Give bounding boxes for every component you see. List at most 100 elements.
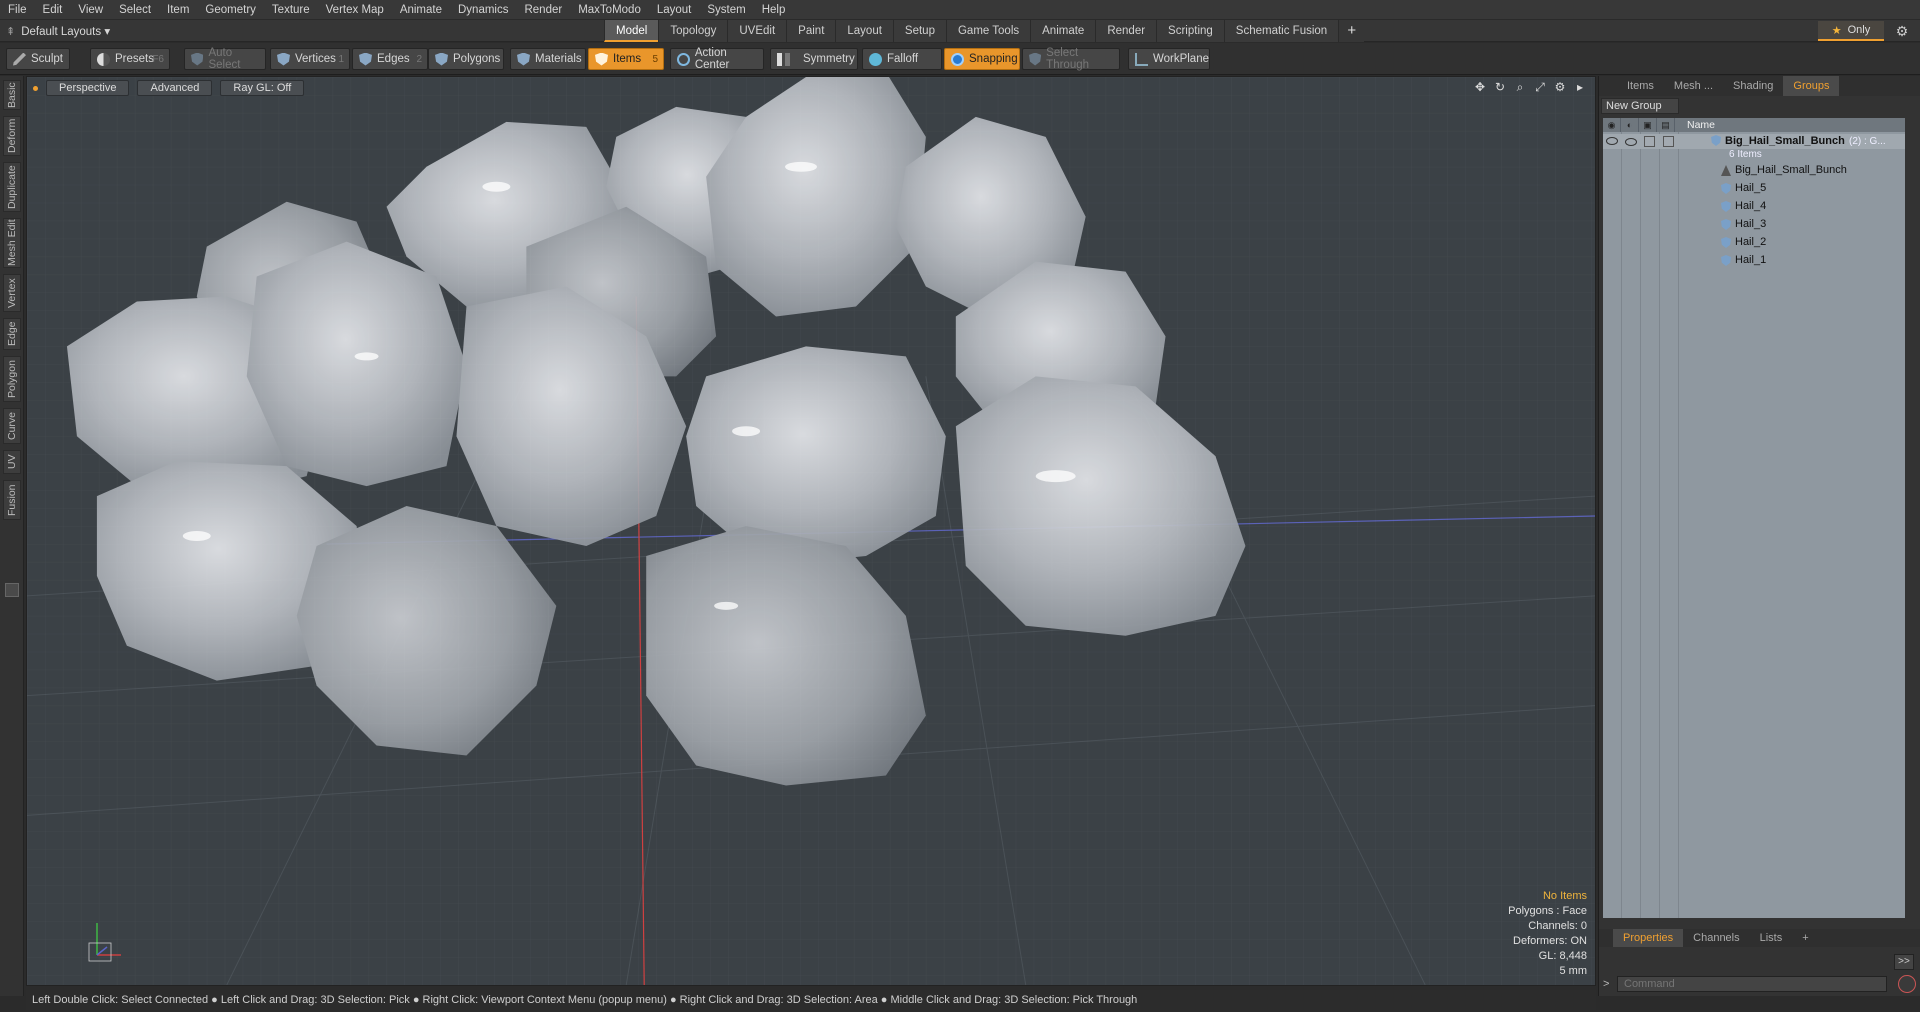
tab-game-tools[interactable]: Game Tools: [945, 20, 1031, 42]
sculpt-button[interactable]: Sculpt: [6, 48, 70, 70]
vtab-polygon[interactable]: Polygon: [3, 356, 21, 402]
expand-button[interactable]: >>: [1894, 954, 1914, 970]
vertices-button[interactable]: Vertices 1: [270, 48, 350, 70]
polygons-button[interactable]: Polygons: [428, 48, 504, 70]
menu-geometry[interactable]: Geometry: [197, 0, 264, 20]
tab-shading[interactable]: Shading: [1723, 76, 1783, 96]
3d-viewport[interactable]: Perspective Advanced Ray GL: Off ✥ ↻ ⌕ ⤢…: [26, 76, 1596, 986]
select-through-button[interactable]: Select Through: [1022, 47, 1120, 71]
tab-items[interactable]: Items: [1617, 76, 1664, 96]
tab-setup[interactable]: Setup: [892, 20, 946, 42]
tab-groups[interactable]: Groups: [1783, 76, 1840, 96]
menu-layout[interactable]: Layout: [649, 0, 700, 20]
list-item[interactable]: Hail_3: [1603, 217, 1905, 232]
command-input[interactable]: [1617, 976, 1887, 992]
menu-help[interactable]: Help: [754, 0, 794, 20]
list-item[interactable]: Hail_2: [1603, 235, 1905, 250]
menu-file[interactable]: File: [0, 0, 35, 20]
items-button[interactable]: Items 5: [588, 48, 664, 70]
menu-item[interactable]: Item: [159, 0, 197, 20]
left-panel-toggle[interactable]: [5, 583, 19, 597]
render-icon[interactable]: [1625, 138, 1637, 146]
lock-column-icon[interactable]: ▣: [1639, 118, 1657, 132]
symmetry-button[interactable]: Symmetry: [770, 48, 858, 70]
tab-properties[interactable]: Properties: [1613, 929, 1684, 947]
menu-maxtomodo[interactable]: MaxToModo: [570, 0, 649, 20]
viewport-nav-icons: ✥ ↻ ⌕ ⤢ ⚙ ▸: [1473, 80, 1587, 94]
menu-render[interactable]: Render: [516, 0, 570, 20]
tab-channels[interactable]: Channels: [1683, 929, 1749, 947]
tab-paint[interactable]: Paint: [786, 20, 836, 42]
new-group-button[interactable]: New Group: [1601, 98, 1679, 114]
layout-toggle-icon[interactable]: ⇞: [6, 25, 15, 38]
tab-render[interactable]: Render: [1095, 20, 1157, 42]
tab-layout[interactable]: Layout: [835, 20, 893, 42]
vtab-curve[interactable]: Curve: [3, 408, 21, 444]
vtab-fusion[interactable]: Fusion: [3, 480, 21, 520]
tab-model[interactable]: Model: [604, 20, 659, 42]
tab-lists[interactable]: Lists: [1750, 929, 1793, 947]
viewport-gear-icon[interactable]: ⚙: [1553, 80, 1567, 94]
visibility-column-icon[interactable]: ◉: [1603, 118, 1621, 132]
menu-dynamics[interactable]: Dynamics: [450, 0, 516, 20]
tab-uvedit[interactable]: UVEdit: [727, 20, 787, 42]
raygl-button[interactable]: Ray GL: Off: [220, 80, 305, 96]
menu-vertex-map[interactable]: Vertex Map: [318, 0, 392, 20]
tab-animate[interactable]: Animate: [1030, 20, 1096, 42]
vtab-deform[interactable]: Deform: [3, 116, 21, 156]
move-view-icon[interactable]: ✥: [1473, 80, 1487, 94]
vtab-vertex[interactable]: Vertex: [3, 274, 21, 312]
materials-button[interactable]: Materials: [510, 48, 586, 70]
falloff-button[interactable]: Falloff: [862, 48, 942, 70]
snapping-button[interactable]: Snapping: [944, 48, 1020, 70]
select-column-icon[interactable]: ▤: [1657, 118, 1675, 132]
zoom-view-icon[interactable]: ⌕: [1513, 80, 1527, 94]
fit-view-icon[interactable]: ⤢: [1533, 80, 1547, 94]
add-properties-tab[interactable]: +: [1792, 929, 1818, 947]
workplane-button[interactable]: WorkPlane: [1128, 48, 1210, 70]
shading-mode-button[interactable]: Advanced: [137, 80, 213, 96]
eye-icon[interactable]: [1606, 137, 1618, 145]
rotate-view-icon[interactable]: ↻: [1493, 80, 1507, 94]
only-button[interactable]: ★ Only: [1818, 21, 1884, 41]
vtab-duplicate[interactable]: Duplicate: [3, 162, 21, 212]
list-item[interactable]: Hail_5: [1603, 181, 1905, 196]
tab-mesh[interactable]: Mesh ...: [1664, 76, 1723, 96]
vtab-uv[interactable]: UV: [3, 450, 21, 474]
add-tab-button[interactable]: +: [1338, 20, 1365, 42]
presets-button[interactable]: Presets F6: [90, 48, 170, 70]
viewport-scene[interactable]: [27, 77, 1595, 985]
tab-schematic-fusion[interactable]: Schematic Fusion: [1223, 20, 1339, 42]
menu-texture[interactable]: Texture: [264, 0, 318, 20]
vtab-basic[interactable]: Basic: [3, 80, 21, 110]
viewport-expand-icon[interactable]: ▸: [1573, 80, 1587, 94]
list-item[interactable]: Hail_1: [1603, 253, 1905, 268]
tab-scripting[interactable]: Scripting: [1156, 20, 1224, 42]
gear-icon[interactable]: ⚙: [1894, 23, 1910, 39]
menu-select[interactable]: Select: [111, 0, 159, 20]
select-checkbox[interactable]: [1663, 136, 1674, 147]
groups-list[interactable]: ◉ ◐ ▣ ▤ Name Big_Hail_Small_Bunch (2) : …: [1603, 118, 1905, 918]
menu-system[interactable]: System: [699, 0, 753, 20]
list-item[interactable]: Hail_4: [1603, 199, 1905, 214]
viewport-menu-dot[interactable]: [33, 85, 38, 91]
group-row[interactable]: Big_Hail_Small_Bunch (2) : G...: [1603, 134, 1905, 149]
name-column-header[interactable]: Name: [1675, 119, 1715, 131]
vtab-mesh-edit[interactable]: Mesh Edit: [3, 218, 21, 268]
menu-animate[interactable]: Animate: [392, 0, 450, 20]
edges-button[interactable]: Edges 2: [352, 48, 428, 70]
action-center-label: Action Center: [694, 47, 730, 71]
view-mode-button[interactable]: Perspective: [46, 80, 130, 96]
render-column-icon[interactable]: ◐: [1621, 118, 1639, 132]
locator-icon: [1721, 165, 1731, 176]
list-item[interactable]: Big_Hail_Small_Bunch: [1603, 163, 1905, 178]
command-history-button[interactable]: [1898, 975, 1916, 993]
auto-select-button[interactable]: Auto Select: [184, 47, 266, 71]
menu-view[interactable]: View: [70, 0, 111, 20]
action-center-button[interactable]: Action Center: [670, 47, 764, 71]
lock-checkbox[interactable]: [1644, 136, 1655, 147]
tab-topology[interactable]: Topology: [658, 20, 728, 42]
menu-edit[interactable]: Edit: [35, 0, 71, 20]
layout-dropdown[interactable]: ⇞ Default Layouts ▾: [6, 22, 110, 40]
vtab-edge[interactable]: Edge: [3, 318, 21, 350]
